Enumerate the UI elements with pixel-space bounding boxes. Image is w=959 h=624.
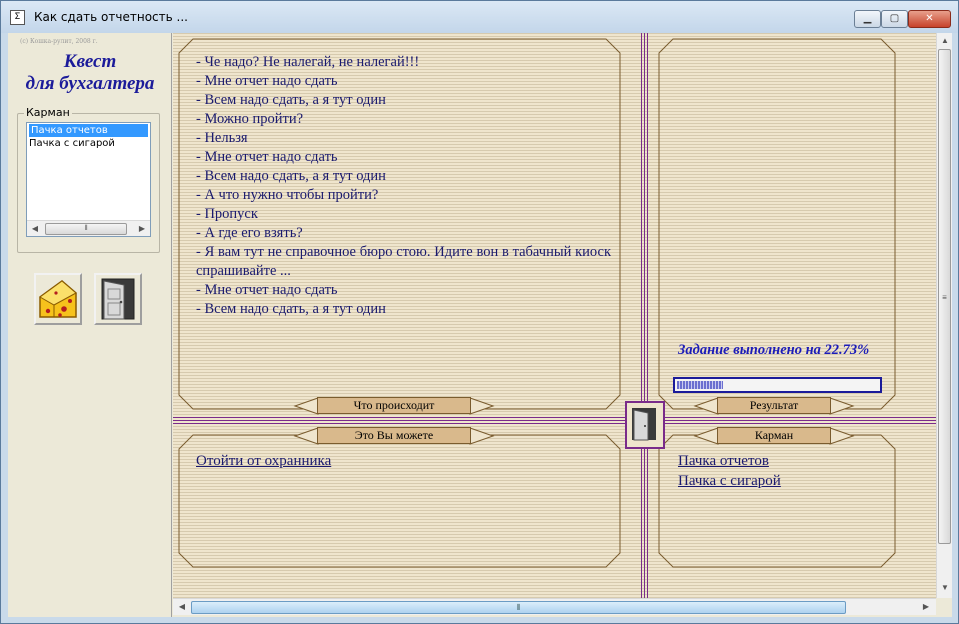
scrollbar-corner: [936, 598, 952, 615]
scroll-up-arrow-icon[interactable]: ▲: [938, 34, 952, 48]
game-area: - Че надо? Не налегай, не налегай!!! - М…: [173, 33, 936, 598]
pocket-item-link[interactable]: Пачка с сигарой: [678, 473, 781, 490]
door-icon: [101, 278, 135, 320]
minimize-button[interactable]: ▁: [854, 10, 881, 28]
dialog-line: - Мне отчет надо сдать: [196, 282, 338, 298]
action-link[interactable]: Отойти от охранника: [196, 453, 331, 470]
dialog-line: - Мне отчет надо сдать: [196, 73, 338, 89]
progress-bar: [673, 377, 882, 393]
center-door-button[interactable]: [625, 401, 665, 449]
dialog-line: - Нельзя: [196, 130, 248, 146]
scroll-right-arrow-icon[interactable]: ▶: [136, 223, 148, 235]
door-icon: [632, 408, 656, 441]
quest-title: Квест для бухгалтера: [8, 51, 172, 95]
dialog-text: - Че надо? Не налегай, не налегай!!! - М…: [196, 53, 611, 319]
dialog-line: - А где его взять?: [196, 225, 303, 241]
vertical-divider: [641, 33, 649, 598]
close-button[interactable]: ✕: [908, 10, 951, 28]
horizontal-scrollbar[interactable]: ◀ ⦀ ▶: [173, 598, 936, 615]
tag-result: Результат: [717, 397, 831, 414]
door-button[interactable]: [94, 273, 142, 325]
horizontal-divider: [173, 417, 936, 425]
pocket-list-item[interactable]: Пачка с сигарой: [27, 137, 150, 150]
dialog-line: - Можно пройти?: [196, 111, 304, 127]
pocket-item-link[interactable]: Пачка отчетов: [678, 453, 769, 470]
document-icon: Σ: [10, 10, 25, 25]
cheese-icon: [39, 280, 77, 318]
quest-title-line1: Квест: [63, 51, 117, 72]
scroll-thumb[interactable]: ⦀: [45, 223, 127, 235]
dialog-line: - Всем надо сдать, а я тут один: [196, 168, 386, 184]
left-panel: (c) Кошка-рулит, 2008 г. Квест для бухга…: [8, 33, 172, 617]
tag-pocket: Карман: [717, 427, 831, 444]
copyright-text: (c) Кошка-рулит, 2008 г.: [20, 38, 98, 45]
scroll-right-arrow-icon[interactable]: ▶: [919, 600, 933, 614]
scroll-left-arrow-icon[interactable]: ◀: [29, 223, 41, 235]
maximize-button[interactable]: ▢: [881, 10, 908, 28]
tag-what-happens: Что происходит: [317, 397, 471, 414]
tag-you-can: Это Вы можете: [317, 427, 471, 444]
progress-fill: [677, 381, 723, 389]
pocket-list-hscrollbar[interactable]: ◀ ⦀ ▶: [27, 220, 150, 236]
scroll-left-arrow-icon[interactable]: ◀: [175, 600, 189, 614]
progress-label: Задание выполнено на 22.73%: [678, 342, 870, 358]
vertical-scroll-thumb[interactable]: ≡: [938, 49, 951, 544]
dialog-line: - Пропуск: [196, 206, 258, 222]
dialog-line: - А что нужно чтобы пройти?: [196, 187, 379, 203]
vertical-scrollbar[interactable]: ▲ ≡ ▼: [936, 33, 952, 598]
cheese-button[interactable]: [34, 273, 82, 325]
scroll-down-arrow-icon[interactable]: ▼: [938, 581, 952, 595]
pocket-groupbox-label: Карман: [24, 106, 72, 119]
pocket-listbox[interactable]: Пачка отчетов Пачка с сигарой ◀ ⦀ ▶: [26, 122, 151, 237]
client-area: (c) Кошка-рулит, 2008 г. Квест для бухга…: [8, 33, 952, 617]
window-title: Как сдать отчетность ...: [34, 10, 188, 24]
pocket-list-item[interactable]: Пачка отчетов: [29, 124, 148, 137]
dialog-line: - Всем надо сдать, а я тут один: [196, 92, 386, 108]
quest-title-line2: для бухгалтера: [25, 73, 155, 94]
dialog-line: - Мне отчет надо сдать: [196, 149, 338, 165]
dialog-line: - Всем надо сдать, а я тут один: [196, 301, 386, 317]
pocket-groupbox: Карман Пачка отчетов Пачка с сигарой ◀ ⦀…: [17, 106, 160, 253]
title-bar[interactable]: Σ Как сдать отчетность ... ▁ ▢ ✕: [1, 1, 958, 33]
dialog-line: - Че надо? Не налегай, не налегай!!!: [196, 54, 420, 70]
app-window: Σ Как сдать отчетность ... ▁ ▢ ✕ (c) Кош…: [0, 0, 959, 624]
horizontal-scroll-thumb[interactable]: ⦀: [191, 601, 846, 614]
dialog-line: - Я вам тут не справочное бюро стою. Иди…: [196, 244, 611, 279]
